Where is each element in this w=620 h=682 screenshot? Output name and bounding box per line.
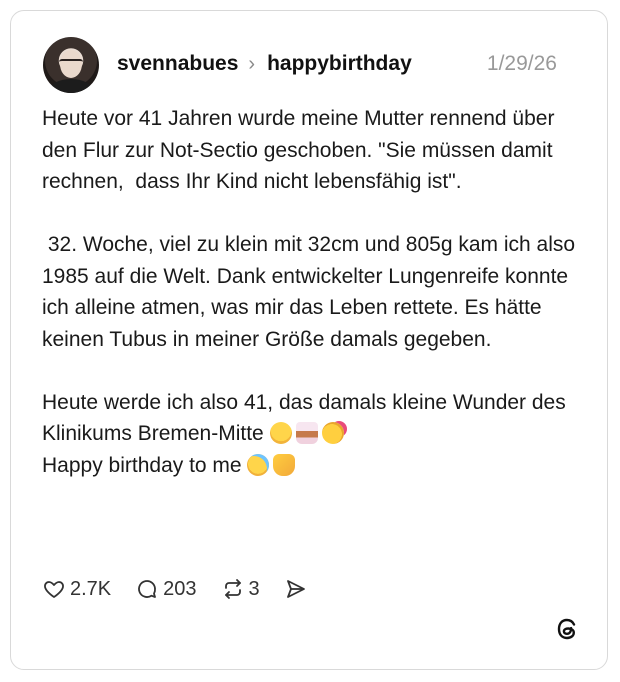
post-paragraph-1: Heute vor 41 Jahren wurde meine Mutter r… [42,107,561,193]
like-count: 2.7K [70,577,112,600]
share-button[interactable] [284,577,312,601]
avatar[interactable] [43,37,99,93]
partying-face-icon [321,422,344,444]
comment-count: 203 [163,577,197,600]
birthday-cake-icon [295,422,318,444]
raising-hands-icon [273,453,296,476]
post-body: Heute vor 41 Jahren wurde meine Mutter r… [42,103,587,481]
post-date: 1/29/26 [486,52,557,75]
post-paragraph-3-line-2: Happy birthday to me [42,453,242,477]
comment-bubble-icon [138,580,157,598]
avatar-body [49,79,93,93]
holding-back-tears-icon [247,453,270,476]
repost-button[interactable]: 3 [221,577,260,601]
grinning-face-icon [269,422,292,444]
username-link[interactable]: svennabues [117,52,238,76]
channel-link[interactable]: happybirthday [267,52,412,76]
chevron-right-icon: › [248,52,256,75]
avatar-glasses [59,59,83,67]
repost-count: 3 [248,577,260,600]
threads-logo-icon[interactable] [553,615,581,643]
heart-icon [44,581,64,598]
repost-icon [224,579,241,599]
post-card: svennabues › happybirthday 1/29/26 Heute… [10,10,608,670]
send-icon [286,580,305,598]
post-paragraph-2: 32. Woche, viel zu klein mit 32cm und 80… [42,233,581,351]
post-actions: 2.7K 203 3 [42,577,336,601]
comment-button[interactable]: 203 [135,577,197,601]
post-header: svennabues › happybirthday 1/29/26 [117,49,557,79]
like-button[interactable]: 2.7K [42,577,111,601]
